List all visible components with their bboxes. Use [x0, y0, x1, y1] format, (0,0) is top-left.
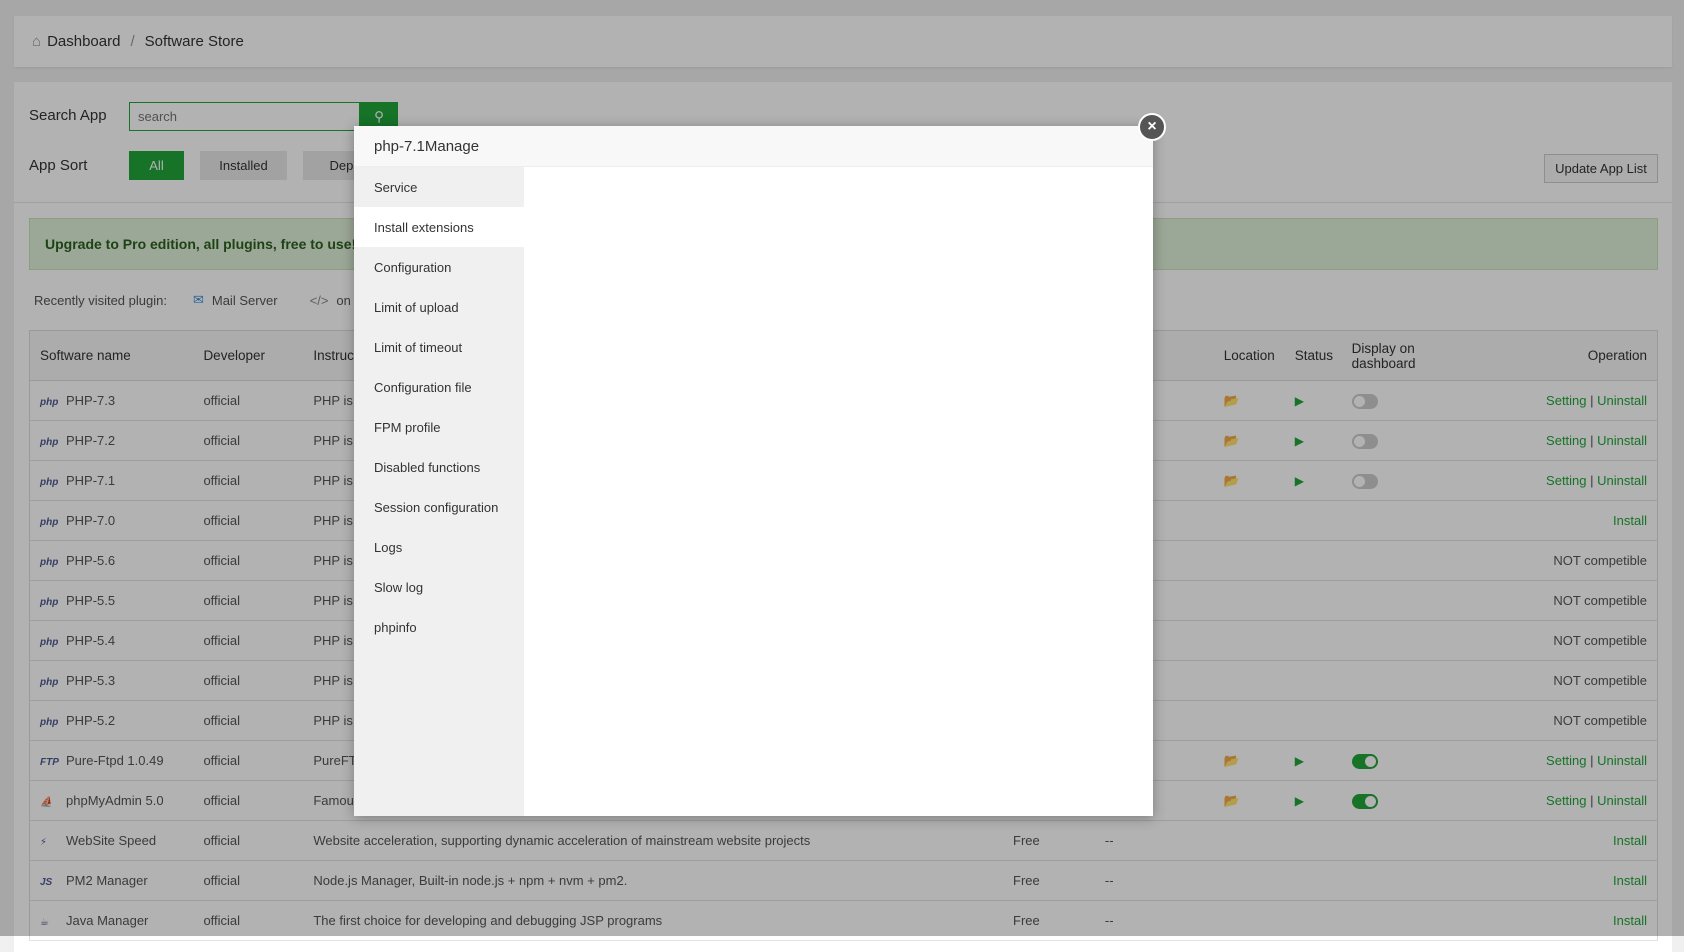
dialog-menu-item[interactable]: Configuration file — [354, 367, 524, 407]
dialog-menu-item[interactable]: Session configuration — [354, 487, 524, 527]
dialog-menu-item[interactable]: Slow log — [354, 567, 524, 607]
php-manage-dialog: php-7.1Manage Service Install extensions C… — [354, 126, 1153, 816]
dialog-title: php-7.1Manage — [354, 126, 1153, 167]
dialog-menu-item[interactable]: Configuration — [354, 247, 524, 287]
dialog-menu: Service Install extensions Configuration Li… — [354, 167, 524, 816]
dialog-menu-item[interactable]: FPM profile — [354, 407, 524, 447]
dialog-menu-item[interactable]: Logs — [354, 527, 524, 567]
dialog-menu-item[interactable]: Limit of upload — [354, 287, 524, 327]
dialog-menu-item[interactable]: Install extensions — [354, 207, 524, 247]
dialog-menu-item[interactable]: phpinfo — [354, 607, 524, 647]
dialog-menu-item[interactable]: Limit of timeout — [354, 327, 524, 367]
dialog-menu-item[interactable]: Service — [354, 167, 524, 207]
dialog-menu-item[interactable]: Disabled functions — [354, 447, 524, 487]
close-icon[interactable]: × — [1138, 113, 1166, 141]
